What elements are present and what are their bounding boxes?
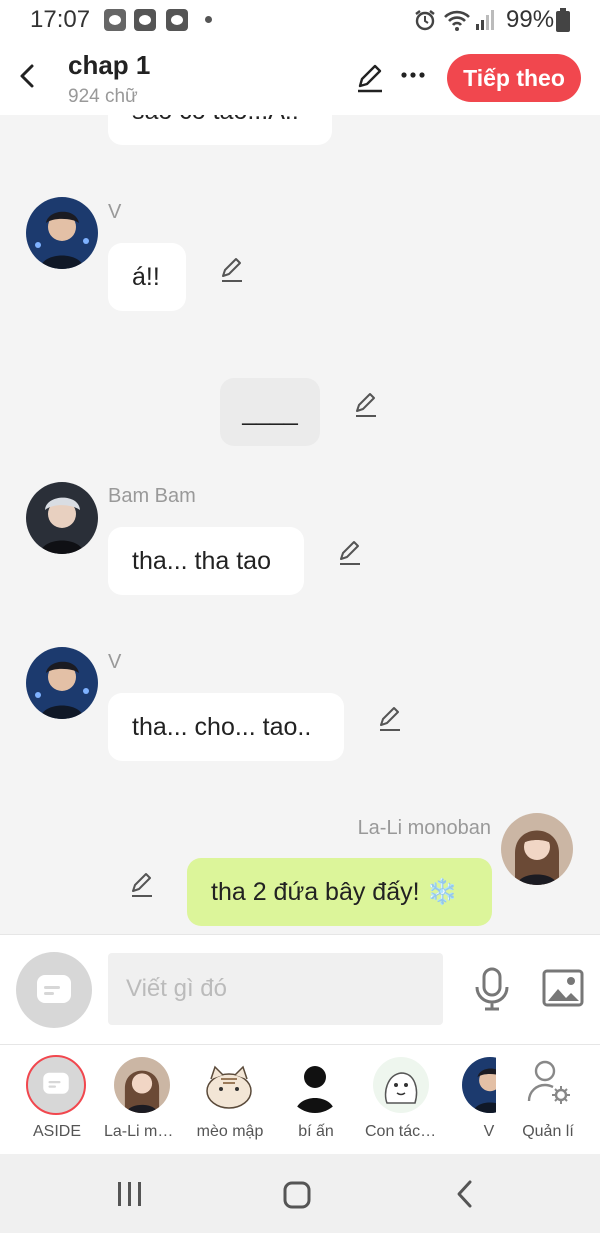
battery-percent: 99% (506, 6, 555, 33)
character-avatar (462, 1057, 496, 1113)
manage-user-gear-icon (527, 1060, 570, 1104)
message-bubble[interactable]: á!! (108, 243, 186, 311)
microphone-icon[interactable] (474, 967, 510, 1011)
gallery-notification-icon (104, 9, 126, 31)
character-label: Quản lí (522, 1123, 574, 1140)
own-message-bubble[interactable]: tha 2 đứa bây đấy! ❄️ (187, 858, 492, 926)
message-bubble[interactable]: tha... cho... tao.. (108, 693, 344, 761)
character-bi-an[interactable]: bí ấn (273, 1045, 359, 1155)
edit-message-icon[interactable] (336, 539, 364, 567)
sender-name: La-Li monoban (357, 817, 491, 839)
status-bar: 17:07 99% (0, 0, 600, 40)
edit-pencil-icon[interactable] (354, 62, 386, 94)
message-input[interactable] (108, 953, 443, 1025)
home-icon[interactable] (282, 1180, 312, 1210)
app-notification-icon (134, 9, 156, 31)
character-label: mèo mập (196, 1123, 264, 1140)
character-con-tac-gia[interactable]: Con tác giả (359, 1045, 445, 1155)
character-meo-map[interactable]: mèo mập (187, 1045, 273, 1155)
back-arrow-icon[interactable] (14, 62, 42, 90)
character-label: V (483, 1123, 495, 1140)
character-selector-bar: ASIDE La-Li monoban mèo mập bí ấn Con tá… (0, 1044, 600, 1155)
message-bubble[interactable]: sao co tao...A!! (108, 115, 332, 145)
sender-name: Bam Bam (108, 485, 196, 507)
edit-message-icon[interactable] (376, 705, 404, 733)
character-avatar (114, 1057, 170, 1113)
chat-area[interactable]: sao co tao...A!! V á!! ____ Bam Bam tha.… (0, 115, 600, 934)
next-chapter-button[interactable]: Tiếp theo (447, 54, 581, 102)
edit-message-icon[interactable] (128, 871, 156, 899)
edit-message-icon[interactable] (218, 256, 246, 284)
app-notification-icon-2 (166, 9, 188, 31)
character-v[interactable]: V (440, 1045, 496, 1155)
avatar-bam-bam[interactable] (26, 482, 98, 554)
aside-icon (26, 1055, 86, 1115)
wifi-icon (444, 10, 470, 31)
sender-name: V (108, 651, 122, 673)
image-icon[interactable] (542, 969, 584, 1007)
word-count: 924 chữ (68, 86, 138, 107)
battery-icon (556, 8, 570, 32)
character-label: Con tác giả (365, 1123, 445, 1140)
aside-toggle-button[interactable] (16, 952, 92, 1028)
avatar-v[interactable] (26, 197, 98, 269)
chapter-title[interactable]: chap 1 (68, 50, 150, 81)
character-avatar (201, 1057, 257, 1113)
avatar-la-li-monoban[interactable] (501, 813, 573, 885)
more-notifications-dot (205, 16, 212, 23)
character-label: bí ấn (298, 1123, 334, 1140)
character-la-li-monoban[interactable]: La-Li monoban (100, 1045, 186, 1155)
character-avatar (287, 1057, 343, 1113)
alarm-icon (415, 10, 435, 31)
edit-message-icon[interactable] (352, 391, 380, 419)
character-avatar (373, 1057, 429, 1113)
status-time: 17:07 (30, 6, 91, 33)
signal-icon (476, 10, 494, 30)
character-label: ASIDE (32, 1123, 81, 1140)
message-bubble[interactable]: tha... tha tao (108, 527, 304, 595)
header-bar: chap 1 924 chữ Tiếp theo (0, 40, 600, 115)
avatar-v[interactable] (26, 647, 98, 719)
chat-bubble-icon (37, 975, 71, 1003)
narration-bubble[interactable]: ____ (220, 378, 320, 446)
system-navigation-bar (0, 1154, 600, 1233)
more-options-icon[interactable] (400, 70, 426, 80)
manage-characters-button[interactable]: Quản lí (505, 1045, 591, 1155)
system-back-icon[interactable] (454, 1179, 476, 1209)
composer-bar (0, 934, 600, 1045)
sender-name: V (108, 201, 122, 223)
recent-apps-icon[interactable] (116, 1181, 144, 1207)
character-aside[interactable]: ASIDE (14, 1045, 100, 1155)
character-label: La-Li monoban (104, 1123, 186, 1140)
